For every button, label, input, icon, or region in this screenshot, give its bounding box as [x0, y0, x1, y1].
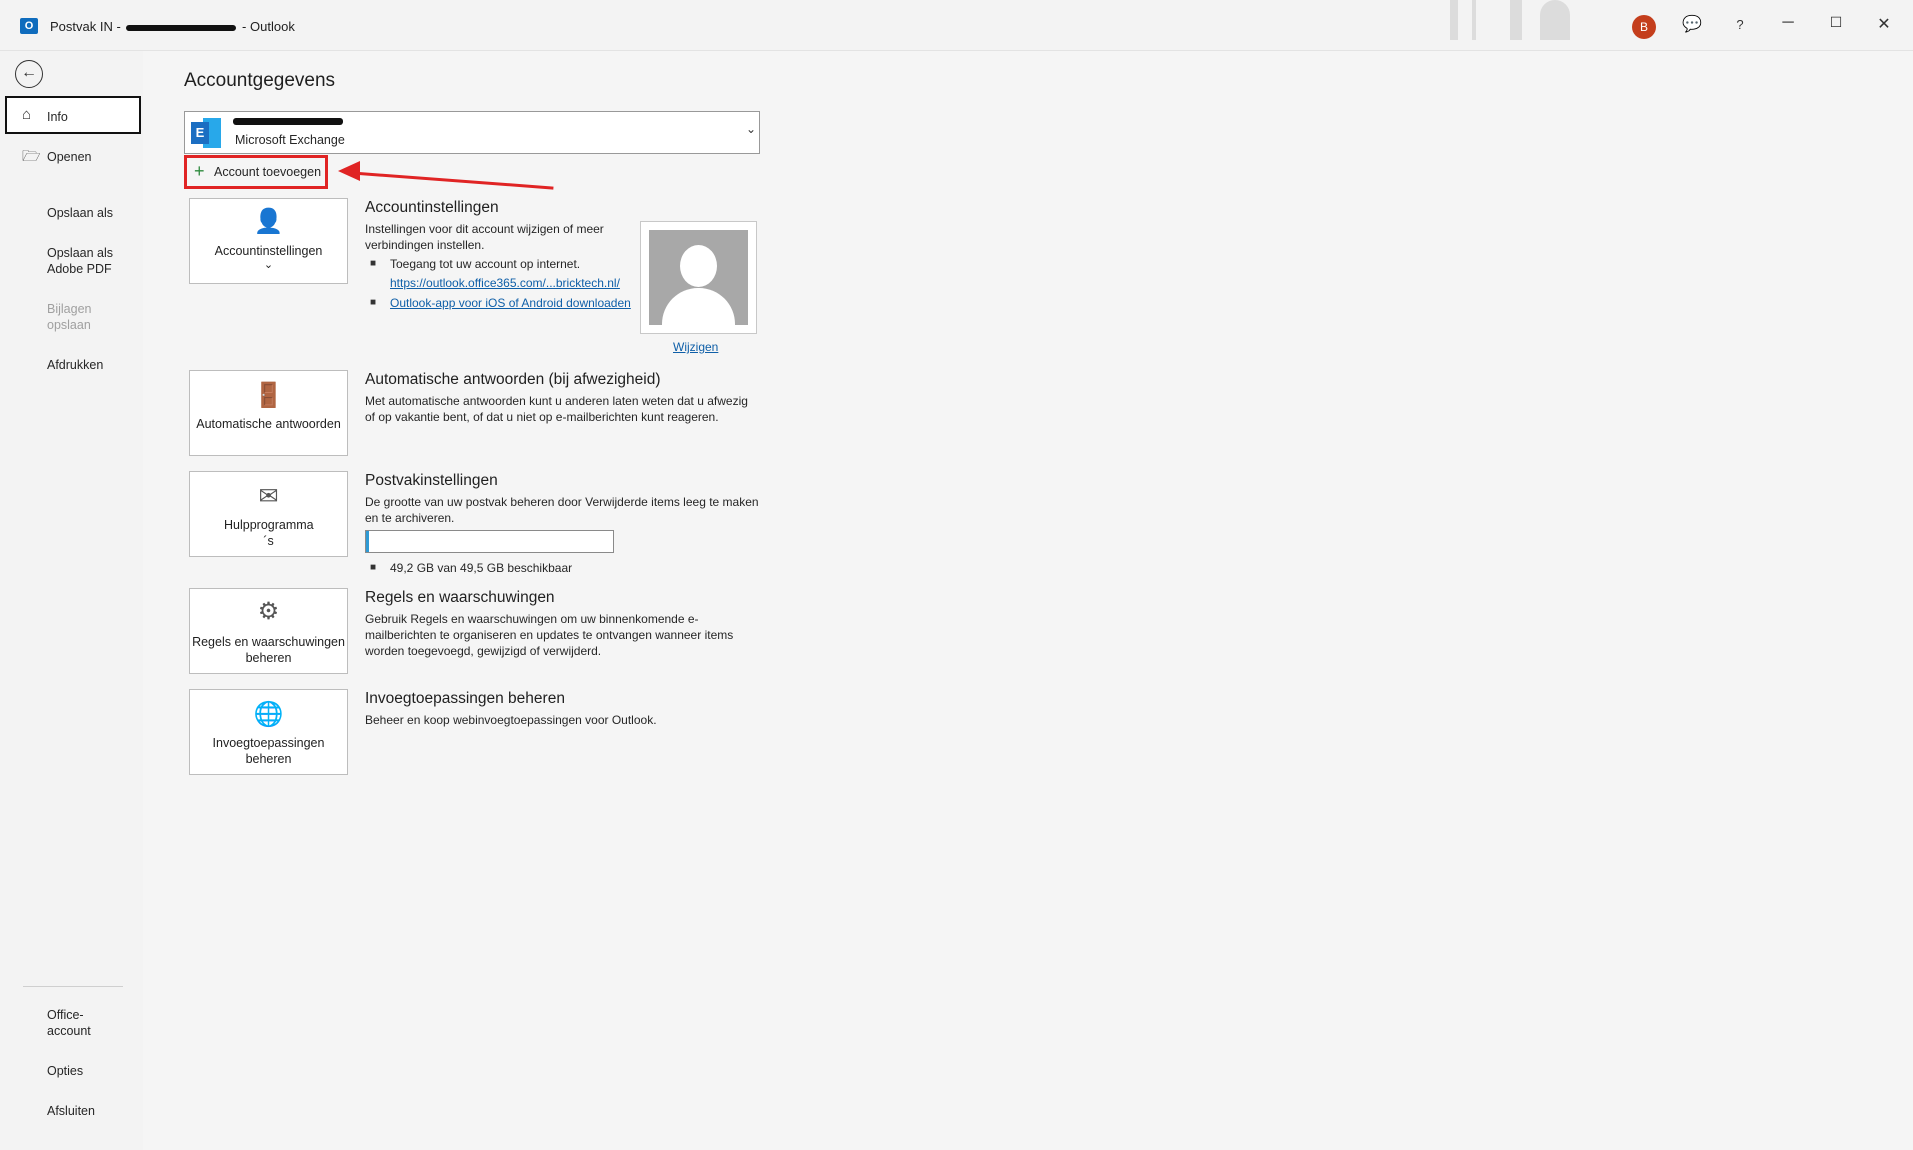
- auto-replies-description: Met automatische antwoorden kunt u ander…: [365, 394, 748, 424]
- sidebar-item-bijlagen-opslaan: Bijlagen opslaan: [47, 302, 92, 332]
- outlook-app-icon: O: [20, 18, 38, 34]
- page-title: Accountgegevens: [184, 70, 336, 91]
- folder-open-icon: 🗁: [22, 148, 41, 165]
- mailbox-usage-bar: [365, 530, 614, 553]
- mailbox-settings-description: De grootte van uw postvak beheren door V…: [365, 495, 759, 525]
- back-arrow-icon[interactable]: ←: [15, 60, 43, 88]
- sidebar-item-opties[interactable]: Opties: [47, 1063, 83, 1079]
- plus-icon: +: [194, 161, 205, 181]
- add-account-button[interactable]: + Account toevoegen: [184, 155, 328, 189]
- decorative-banner: [1472, 0, 1476, 40]
- mailbox-tools-button[interactable]: ✉ Hulpprogramma ´s: [189, 471, 348, 557]
- maximize-icon[interactable]: ☐: [1822, 14, 1850, 31]
- manage-addins-tile-label: Invoegtoepassingen beheren: [212, 736, 325, 766]
- user-avatar[interactable]: B: [1632, 15, 1656, 39]
- sidebar-item-openen[interactable]: Openen: [47, 149, 91, 165]
- rules-description: Gebruik Regels en waarschuwingen om uw b…: [365, 612, 734, 658]
- auto-replies-button[interactable]: 🚪 Automatische antwoorden: [189, 370, 348, 456]
- manage-rules-tile-label: Regels en waarschuwingen beheren: [192, 635, 345, 665]
- mailbox-broom-icon: ✉: [258, 483, 279, 510]
- add-account-label: Account toevoegen: [214, 165, 322, 179]
- globe-gear-icon: 🌐: [253, 701, 284, 728]
- sidebar-item-afsluiten[interactable]: Afsluiten: [47, 1103, 95, 1119]
- decorative-banner: [1510, 0, 1522, 40]
- manage-rules-button[interactable]: ⚙ Regels en waarschuwingen beheren: [189, 588, 348, 674]
- chevron-down-icon: ⌄: [745, 122, 756, 136]
- decorative-banner: [1450, 0, 1458, 40]
- title-bar: O Postvak IN - - Outlook B 💬 ? ─ ☐ ✕: [0, 0, 1913, 51]
- web-access-text: Toegang tot uw account op internet.: [390, 257, 581, 271]
- owa-link[interactable]: https://outlook.office365.com/...brickte…: [390, 275, 620, 291]
- account-settings-description: Instellingen voor dit account wijzigen o…: [365, 222, 604, 252]
- door-icon: 🚪: [253, 382, 284, 409]
- title-prefix: Postvak IN -: [50, 19, 121, 34]
- account-selector[interactable]: E Microsoft Exchange ⌄: [184, 111, 760, 154]
- change-photo-link[interactable]: Wijzigen: [673, 340, 718, 354]
- account-settings-title: Accountinstellingen: [365, 199, 499, 216]
- profile-photo: [640, 221, 757, 334]
- chevron-down-icon: ⌄: [263, 259, 274, 271]
- sidebar-item-office-account[interactable]: Office-account: [47, 1007, 97, 1039]
- sidebar-item-opslaan-als[interactable]: Opslaan als: [47, 205, 113, 221]
- addins-title: Invoegtoepassingen beheren: [365, 690, 565, 707]
- mailbox-storage-text: 49,2 GB van 49,5 GB beschikbaar: [390, 561, 573, 575]
- gear-bell-icon: ⚙: [257, 598, 280, 625]
- close-icon[interactable]: ✕: [1870, 14, 1898, 34]
- decorative-banner: [1540, 0, 1570, 40]
- window-title: Postvak IN - - Outlook: [50, 19, 295, 34]
- user-gear-icon: 👤: [253, 208, 284, 235]
- mobile-app-link[interactable]: Outlook-app voor iOS of Android download…: [390, 295, 631, 311]
- exchange-icon: E: [191, 118, 221, 148]
- feedback-icon[interactable]: 💬: [1678, 14, 1706, 34]
- rules-title: Regels en waarschuwingen: [365, 589, 555, 606]
- manage-addins-button[interactable]: 🌐 Invoegtoepassingen beheren: [189, 689, 348, 775]
- sidebar-divider: [23, 986, 123, 987]
- redacted-email: [126, 24, 237, 31]
- annotation-arrow-head: [338, 161, 360, 181]
- sidebar-item-opslaan-als-pdf[interactable]: Opslaan als Adobe PDF: [47, 245, 117, 277]
- title-app-name: Outlook: [250, 19, 295, 34]
- mailbox-usage-fill: [366, 531, 369, 552]
- bullet-icon: ■: [370, 562, 377, 573]
- help-icon[interactable]: ?: [1726, 17, 1754, 32]
- redacted-account-email: [233, 118, 343, 125]
- auto-replies-title: Automatische antwoorden (bij afwezigheid…: [365, 371, 661, 388]
- home-icon: ⌂: [22, 106, 32, 123]
- mailbox-tools-tile-label: Hulpprogramma ´s: [224, 518, 314, 548]
- title-separator: -: [242, 19, 247, 34]
- bullet-icon: ■: [370, 258, 377, 269]
- mailbox-settings-title: Postvakinstellingen: [365, 472, 498, 489]
- sidebar-item-info-label[interactable]: Info: [47, 109, 68, 125]
- bullet-icon: ■: [370, 297, 377, 308]
- account-type: Microsoft Exchange: [235, 133, 345, 147]
- addins-description: Beheer en koop webinvoegtoepassingen voo…: [365, 713, 657, 727]
- sidebar-item-afdrukken[interactable]: Afdrukken: [47, 357, 103, 373]
- minimize-icon[interactable]: ─: [1774, 14, 1802, 32]
- auto-replies-tile-label: Automatische antwoorden: [196, 417, 341, 431]
- account-settings-button[interactable]: 👤 Accountinstellingen ⌄: [189, 198, 348, 284]
